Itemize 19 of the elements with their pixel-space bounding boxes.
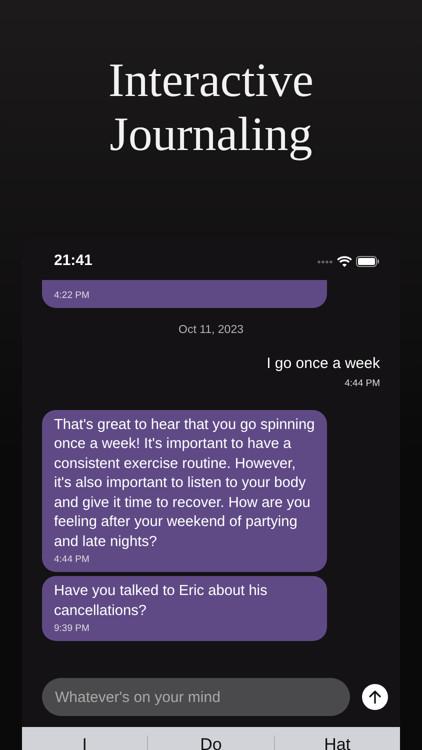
send-button[interactable] bbox=[362, 684, 388, 710]
message-time: 9:39 PM bbox=[54, 623, 90, 636]
arrow-up-icon bbox=[368, 690, 382, 704]
battery-icon bbox=[356, 256, 380, 267]
signal-icon bbox=[317, 260, 333, 264]
date-label: Oct 11, 2023 bbox=[178, 323, 244, 338]
message-text: I go once a week bbox=[266, 354, 380, 374]
suggestion-word[interactable]: I bbox=[22, 738, 148, 750]
suggestion-word[interactable]: Do bbox=[148, 738, 274, 750]
message-text: That's great to hear that you go spinning once a week! It's important to have a consistent exercise routine. However, it's also important to listen to your body and give it time to recover. How are you feeling after your weekend of partying and late nights? bbox=[54, 416, 315, 552]
message-time: 4:22 PM bbox=[54, 290, 90, 302]
message-text: Have you talked to Eric about his cancellations? bbox=[54, 582, 268, 621]
message-input[interactable]: Whatever's on your mind bbox=[42, 678, 350, 716]
message-time: 4:44 PM bbox=[344, 378, 380, 390]
headline: Interactive Journaling bbox=[107, 54, 315, 162]
message-time: 4:44 PM bbox=[54, 554, 90, 566]
status-time: 21:41 bbox=[54, 251, 92, 272]
wifi-icon bbox=[337, 256, 352, 267]
suggestion-word[interactable]: Hat bbox=[274, 738, 400, 750]
